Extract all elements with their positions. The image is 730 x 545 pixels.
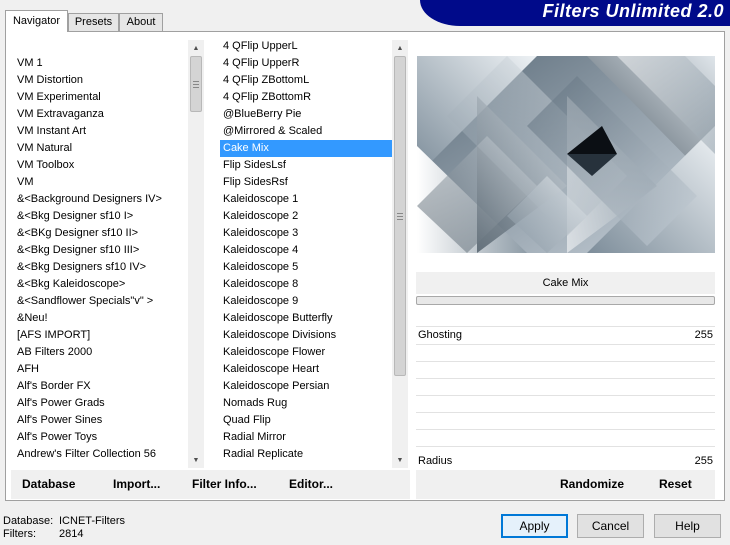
- category-item[interactable]: &<Bkg Kaleidoscope>: [14, 276, 186, 293]
- filter-item[interactable]: Quad Flip: [220, 412, 392, 429]
- category-item[interactable]: VM Instant Art: [14, 123, 186, 140]
- brand-banner: Filters Unlimited 2.0: [420, 0, 730, 26]
- filter-item-selected[interactable]: Cake Mix: [220, 140, 392, 157]
- category-item[interactable]: VM Toolbox: [14, 157, 186, 174]
- param-divider: [416, 429, 715, 430]
- param-divider: [416, 446, 715, 447]
- category-item[interactable]: &<Bkg Designers sf10 IV>: [14, 259, 186, 276]
- filter-item[interactable]: Kaleidoscope 4: [220, 242, 392, 259]
- category-item[interactable]: VM Distortion: [14, 72, 186, 89]
- database-button[interactable]: Database: [22, 477, 75, 491]
- param-label: Ghosting: [418, 329, 463, 341]
- database-label: Database:: [3, 515, 54, 527]
- category-item[interactable]: &<Bkg Designer sf10 I>: [14, 208, 186, 225]
- randomize-button[interactable]: Randomize: [560, 477, 624, 491]
- editor-button[interactable]: Editor...: [289, 477, 333, 491]
- filter-item[interactable]: Kaleidoscope 1: [220, 191, 392, 208]
- scroll-up-icon[interactable]: ▲: [188, 40, 204, 56]
- tab-presets[interactable]: Presets: [68, 13, 119, 31]
- category-item[interactable]: VM Extravaganza: [14, 106, 186, 123]
- tab-about[interactable]: About: [119, 13, 163, 31]
- param-radius[interactable]: Radius 255: [416, 454, 715, 469]
- category-item[interactable]: &<Sandflower Specials"v" >: [14, 293, 186, 310]
- brand-title: Filters Unlimited 2.0: [542, 1, 724, 21]
- filter-item[interactable]: Nomads Rug: [220, 395, 392, 412]
- help-button[interactable]: Help: [654, 514, 721, 538]
- filter-item[interactable]: Flip SidesRsf: [220, 174, 392, 191]
- param-divider: [416, 344, 715, 345]
- filter-item[interactable]: 4 QFlip ZBottomR: [220, 89, 392, 106]
- tab-navigator[interactable]: Navigator: [5, 10, 68, 32]
- category-item[interactable]: Alf's Power Sines: [14, 412, 186, 429]
- filter-item[interactable]: Kaleidoscope 9: [220, 293, 392, 310]
- filter-item[interactable]: 4 QFlip UpperR: [220, 55, 392, 72]
- filter-item[interactable]: Kaleidoscope Butterfly: [220, 310, 392, 327]
- category-item[interactable]: AFH: [14, 361, 186, 378]
- category-item[interactable]: [AFS IMPORT]: [14, 327, 186, 344]
- preview-image: [417, 56, 715, 253]
- current-filter-name: Cake Mix: [416, 272, 715, 294]
- param-label: Radius: [418, 455, 453, 467]
- scroll-up-icon[interactable]: ▲: [392, 40, 408, 56]
- filter-item[interactable]: Kaleidoscope Heart: [220, 361, 392, 378]
- apply-button[interactable]: Apply: [501, 514, 568, 538]
- param-divider: [416, 326, 715, 327]
- scroll-thumb[interactable]: [394, 56, 406, 376]
- category-item[interactable]: Andrew's Filter Collection 56: [14, 446, 186, 463]
- filter-item[interactable]: 4 QFlip ZBottomL: [220, 72, 392, 89]
- param-divider: [416, 378, 715, 379]
- category-item[interactable]: Alf's Power Toys: [14, 429, 186, 446]
- category-item[interactable]: Alf's Border FX: [14, 378, 186, 395]
- param-value: 255: [694, 455, 713, 467]
- filter-scrollbar[interactable]: ▲ ▼: [392, 40, 408, 468]
- filter-item[interactable]: Kaleidoscope Flower: [220, 344, 392, 361]
- filter-preview: [417, 56, 715, 253]
- category-item[interactable]: &<BKg Designer sf10 II>: [14, 225, 186, 242]
- param-divider: [416, 412, 715, 413]
- import-button[interactable]: Import...: [113, 477, 160, 491]
- filter-item[interactable]: Kaleidoscope Persian: [220, 378, 392, 395]
- database-value: ICNET-Filters: [59, 515, 125, 527]
- category-item[interactable]: VM Natural: [14, 140, 186, 157]
- progress-bar: [416, 296, 715, 305]
- filter-item[interactable]: Kaleidoscope Divisions: [220, 327, 392, 344]
- param-value: 255: [694, 329, 713, 341]
- category-item[interactable]: VM Experimental: [14, 89, 186, 106]
- category-item[interactable]: &<Bkg Designer sf10 III>: [14, 242, 186, 259]
- category-item[interactable]: &Neu!: [14, 310, 186, 327]
- category-item[interactable]: VM 1: [14, 55, 186, 72]
- filters-count: 2814: [59, 528, 84, 540]
- category-item[interactable]: Alf's Power Grads: [14, 395, 186, 412]
- filter-item[interactable]: 4 QFlip UpperL: [220, 38, 392, 55]
- category-list[interactable]: VM 1 VM Distortion VM Experimental VM Extra…: [14, 55, 186, 463]
- filter-item[interactable]: Kaleidoscope 3: [220, 225, 392, 242]
- filter-item[interactable]: @BlueBerry Pie: [220, 106, 392, 123]
- filter-item[interactable]: Radial Replicate: [220, 446, 392, 463]
- reset-button[interactable]: Reset: [659, 477, 692, 491]
- scroll-down-icon[interactable]: ▼: [392, 452, 408, 468]
- filter-item[interactable]: Flip SidesLsf: [220, 157, 392, 174]
- grip-icon: [397, 212, 403, 220]
- main-panel: VM 1 VM Distortion VM Experimental VM Extra…: [5, 31, 725, 501]
- filter-item[interactable]: Radial Mirror: [220, 429, 392, 446]
- category-item[interactable]: VM: [14, 174, 186, 191]
- filter-item[interactable]: Kaleidoscope 5: [220, 259, 392, 276]
- filters-label: Filters:: [3, 528, 36, 540]
- category-item[interactable]: &<Background Designers IV>: [14, 191, 186, 208]
- category-item[interactable]: AB Filters 2000: [14, 344, 186, 361]
- filter-item[interactable]: Kaleidoscope 8: [220, 276, 392, 293]
- grip-icon: [193, 80, 199, 88]
- filter-list[interactable]: 4 QFlip UpperL 4 QFlip UpperR 4 QFlip ZBot…: [220, 38, 392, 463]
- category-scrollbar[interactable]: ▲ ▼: [188, 40, 204, 468]
- filter-info-button[interactable]: Filter Info...: [192, 477, 257, 491]
- param-ghosting[interactable]: Ghosting 255: [416, 328, 715, 343]
- param-divider: [416, 395, 715, 396]
- filter-item[interactable]: Kaleidoscope 2: [220, 208, 392, 225]
- param-divider: [416, 361, 715, 362]
- cancel-button[interactable]: Cancel: [577, 514, 644, 538]
- filter-item[interactable]: @Mirrored & Scaled: [220, 123, 392, 140]
- scroll-thumb[interactable]: [190, 56, 202, 112]
- scroll-down-icon[interactable]: ▼: [188, 452, 204, 468]
